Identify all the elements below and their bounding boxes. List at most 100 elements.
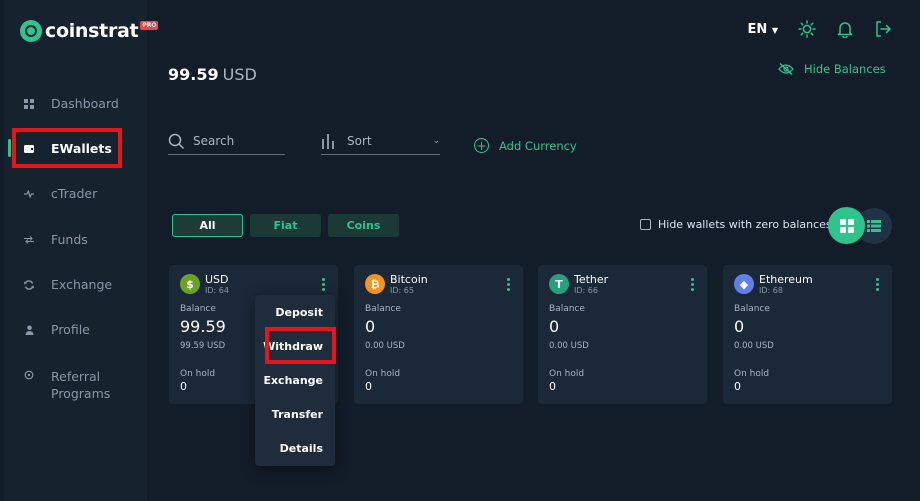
onhold-label: On hold bbox=[365, 369, 401, 379]
balance-usd: 0.00 USD bbox=[734, 341, 774, 351]
sidebar-item-label: Profile bbox=[51, 322, 90, 337]
sidebar-item-label: cTrader bbox=[51, 186, 98, 201]
wallet-id: ID: 65 bbox=[390, 286, 414, 295]
balance-value: 0 bbox=[549, 317, 560, 336]
bar-chart-icon bbox=[322, 134, 334, 149]
filter-all[interactable]: All bbox=[172, 214, 243, 237]
hide-balances-button[interactable]: Hide Balances bbox=[778, 62, 886, 76]
onhold-value: 0 bbox=[180, 380, 187, 393]
wallet-context-menu: Deposit Withdraw Exchange Transfer Detai… bbox=[255, 295, 335, 466]
onhold-label: On hold bbox=[180, 369, 216, 379]
bell-icon bbox=[837, 22, 853, 39]
wallet-id: ID: 68 bbox=[759, 286, 783, 295]
list-icon bbox=[867, 220, 881, 232]
plus-icon: + bbox=[474, 138, 489, 153]
exchange-icon bbox=[24, 279, 34, 290]
sidebar-item-referral[interactable]: Referral Programs bbox=[24, 368, 110, 402]
top-actions: EN ▼ bbox=[748, 20, 892, 39]
menu-item-exchange[interactable]: Exchange bbox=[263, 374, 323, 387]
sort-select[interactable]: Sort ⌄ bbox=[321, 133, 440, 155]
sidebar-item-funds[interactable]: Funds bbox=[24, 232, 88, 247]
brand-badge: PRO bbox=[140, 20, 159, 30]
sort-label: Sort bbox=[347, 134, 372, 148]
grid-view-button[interactable] bbox=[828, 207, 865, 244]
balance-label: Balance bbox=[365, 304, 401, 314]
balance-usd: 99.59 USD bbox=[180, 341, 226, 351]
total-balance-value: 99.59 bbox=[168, 65, 219, 84]
more-options-icon[interactable] bbox=[691, 278, 694, 291]
balance-label: Balance bbox=[180, 304, 216, 314]
theme-toggle[interactable] bbox=[798, 20, 816, 38]
checkbox-icon bbox=[640, 219, 651, 230]
sidebar-item-dashboard[interactable]: Dashboard bbox=[24, 96, 119, 111]
hide-zero-label: Hide wallets with zero balances bbox=[658, 218, 832, 231]
tether-icon: T bbox=[549, 274, 569, 294]
wallet-id: ID: 64 bbox=[205, 286, 229, 295]
sidebar-item-label: Dashboard bbox=[51, 96, 119, 111]
wallet-name: Ethereum bbox=[759, 273, 813, 286]
hide-balances-label: Hide Balances bbox=[804, 62, 886, 76]
onhold-value: 0 bbox=[365, 380, 372, 393]
search-input[interactable]: Search bbox=[168, 133, 285, 155]
active-indicator bbox=[8, 139, 11, 157]
brand-logo[interactable]: coinstrat PRO bbox=[20, 20, 159, 42]
wallet-card-bitcoin[interactable]: ₿ Bitcoin ID: 65 Balance 0 0.00 USD On h… bbox=[354, 265, 523, 404]
dashboard-icon bbox=[24, 98, 34, 109]
wallet-name: Tether bbox=[574, 273, 609, 286]
balance-label: Balance bbox=[549, 304, 585, 314]
balance-label: Balance bbox=[734, 304, 770, 314]
language-label: EN bbox=[747, 21, 768, 37]
sidebar-item-label: Exchange bbox=[51, 277, 113, 292]
highlight-box-ewallets bbox=[12, 128, 122, 168]
logo-icon bbox=[20, 20, 42, 42]
search-icon bbox=[168, 133, 184, 149]
hide-zero-checkbox[interactable]: Hide wallets with zero balances bbox=[640, 218, 832, 231]
brand-name: coinstrat bbox=[45, 20, 139, 42]
sidebar-item-label: Referral Programs bbox=[51, 369, 111, 401]
dollar-icon: $ bbox=[180, 274, 200, 294]
search-placeholder: Search bbox=[193, 134, 235, 148]
wallet-name: USD bbox=[205, 273, 229, 286]
filter-coins[interactable]: Coins bbox=[328, 214, 399, 237]
filter-fiat[interactable]: Fiat bbox=[250, 214, 321, 237]
balance-value: 0 bbox=[734, 317, 745, 336]
wallet-card-ethereum[interactable]: ◆ Ethereum ID: 68 Balance 0 0.00 USD On … bbox=[723, 265, 892, 404]
balance-value: 0 bbox=[365, 317, 376, 336]
balance-value: 99.59 bbox=[180, 317, 226, 336]
balance-usd: 0.00 USD bbox=[549, 341, 589, 351]
chevron-down-icon: ▼ bbox=[771, 25, 778, 35]
transfer-icon bbox=[24, 235, 34, 245]
sidebar-item-ctrader[interactable]: cTrader bbox=[24, 186, 97, 201]
logout-icon bbox=[876, 21, 891, 37]
onhold-label: On hold bbox=[549, 369, 585, 379]
balance-usd: 0.00 USD bbox=[365, 341, 405, 351]
user-icon bbox=[24, 325, 34, 335]
more-options-icon[interactable] bbox=[322, 278, 325, 291]
notifications-button[interactable] bbox=[836, 20, 854, 39]
view-toggle bbox=[828, 207, 892, 244]
onhold-label: On hold bbox=[734, 369, 770, 379]
add-currency-button[interactable]: + Add Currency bbox=[474, 138, 577, 153]
menu-item-deposit[interactable]: Deposit bbox=[275, 306, 323, 319]
sidebar: coinstrat PRO Dashboard EWallets cTrader… bbox=[4, 0, 159, 501]
sidebar-item-label: Funds bbox=[51, 232, 88, 247]
sun-icon bbox=[798, 20, 816, 38]
sidebar-item-profile[interactable]: Profile bbox=[24, 322, 90, 337]
logout-button[interactable] bbox=[874, 20, 892, 38]
eye-off-icon bbox=[778, 63, 794, 75]
referral-icon bbox=[24, 370, 34, 380]
total-balance-currency: USD bbox=[222, 65, 257, 84]
language-selector[interactable]: EN ▼ bbox=[748, 22, 778, 37]
bitcoin-icon: ₿ bbox=[365, 274, 385, 294]
chevron-down-icon: ⌄ bbox=[432, 136, 440, 146]
menu-item-details[interactable]: Details bbox=[280, 442, 323, 455]
grid-icon bbox=[839, 218, 854, 233]
highlight-box-withdraw bbox=[265, 327, 336, 364]
ethereum-icon: ◆ bbox=[734, 274, 754, 294]
menu-item-transfer[interactable]: Transfer bbox=[272, 408, 323, 421]
total-balance: 99.59 USD bbox=[168, 65, 257, 84]
more-options-icon[interactable] bbox=[507, 278, 510, 291]
wallet-card-tether[interactable]: T Tether ID: 66 Balance 0 0.00 USD On ho… bbox=[538, 265, 707, 404]
more-options-icon[interactable] bbox=[876, 278, 879, 291]
sidebar-item-exchange[interactable]: Exchange bbox=[24, 277, 112, 292]
